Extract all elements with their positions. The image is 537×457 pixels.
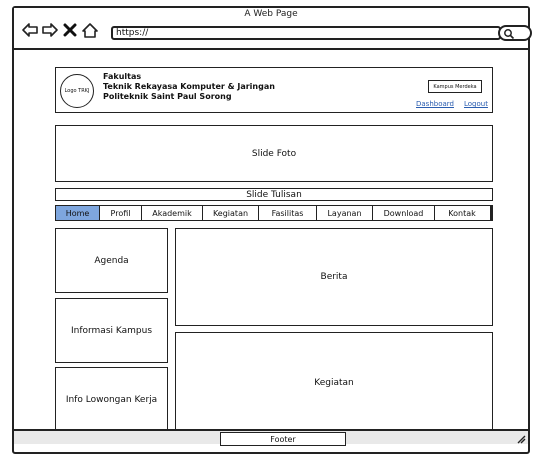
menu-item-download[interactable]: Download <box>373 206 435 220</box>
org-line-department: Teknik Rekayasa Komputer & Jaringan <box>103 82 275 91</box>
back-arrow-icon[interactable] <box>22 22 38 38</box>
campus-info-panel[interactable]: Informasi Kampus <box>55 298 168 363</box>
menu-item-akademik[interactable]: Akademik <box>142 206 203 220</box>
close-x-icon[interactable] <box>62 22 78 38</box>
browser-toolbar: A Web Page https:// <box>14 8 532 50</box>
main-menu: Home Profil Akademik Kegiatan Fasilitas … <box>55 205 493 221</box>
search-box[interactable] <box>498 25 532 41</box>
nav-buttons <box>22 22 98 38</box>
org-line-faculty: Fakultas <box>103 72 142 81</box>
agenda-panel[interactable]: Agenda <box>55 228 168 293</box>
org-line-school: Politeknik Saint Paul Sorong <box>103 92 232 101</box>
menu-item-kegiatan[interactable]: Kegiatan <box>203 206 259 220</box>
home-icon[interactable] <box>82 22 98 38</box>
window-title: A Web Page <box>244 9 298 19</box>
search-icon <box>504 29 515 40</box>
news-panel[interactable]: Berita <box>175 228 493 326</box>
org-name: Fakultas Teknik Rekayasa Komputer & Jari… <box>103 72 275 102</box>
menu-item-fasilitas[interactable]: Fasilitas <box>259 206 317 220</box>
site-header: Logo TRKJ Fakultas Teknik Rekayasa Kompu… <box>55 67 493 113</box>
site-footer: Footer <box>220 432 346 446</box>
web-page: Logo TRKJ Fakultas Teknik Rekayasa Kompu… <box>14 52 528 437</box>
url-input[interactable]: https:// <box>111 26 501 40</box>
browser-window: A Web Page https:// Logo TRKJ Fakultas T… <box>12 6 532 454</box>
menu-item-home[interactable]: Home <box>56 206 100 220</box>
resize-handle-icon[interactable] <box>516 434 526 444</box>
activities-panel[interactable]: Kegiatan <box>175 332 493 433</box>
menu-item-layanan[interactable]: Layanan <box>317 206 373 220</box>
kampus-merdeka-button[interactable]: Kampus Merdeka <box>428 80 482 93</box>
menu-item-profil[interactable]: Profil <box>100 206 142 220</box>
logout-link[interactable]: Logout <box>464 100 488 108</box>
photo-slider[interactable]: Slide Foto <box>55 125 493 182</box>
text-slider[interactable]: Slide Tulisan <box>55 188 493 201</box>
dashboard-link[interactable]: Dashboard <box>416 100 454 108</box>
job-vacancy-panel[interactable]: Info Lowongan Kerja <box>55 367 168 433</box>
forward-arrow-icon[interactable] <box>42 22 58 38</box>
site-logo[interactable]: Logo TRKJ <box>60 74 94 108</box>
menu-item-kontak[interactable]: Kontak <box>435 206 489 220</box>
